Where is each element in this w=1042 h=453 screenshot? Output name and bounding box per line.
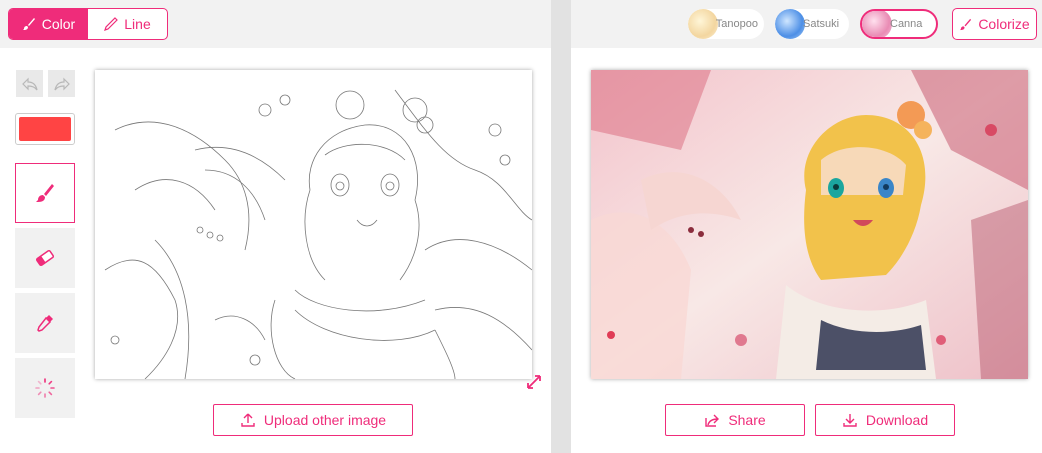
upload-image-button[interactable]: Upload other image <box>213 404 413 436</box>
current-color-fill <box>19 117 71 141</box>
share-button[interactable]: Share <box>665 404 805 436</box>
upload-icon <box>241 413 255 427</box>
redo-icon <box>53 77 70 90</box>
upload-label: Upload other image <box>263 412 387 428</box>
color-mode-button[interactable]: Color <box>9 9 88 39</box>
style-chip-satsuki[interactable]: Satsuki <box>775 9 849 39</box>
brush-icon <box>960 18 972 30</box>
left-topbar: Color Line <box>0 0 551 48</box>
color-picker-swatch[interactable] <box>15 113 75 145</box>
line-mode-button[interactable]: Line <box>88 9 167 39</box>
eraser-icon <box>35 249 55 267</box>
app: Color Line Tanopoo Satsuki Canna Coloriz… <box>0 0 1042 453</box>
redo-button[interactable] <box>48 70 75 97</box>
brush-icon <box>36 184 54 202</box>
pencil-icon <box>104 17 119 31</box>
eyedropper-icon <box>37 315 53 332</box>
colorize-button[interactable]: Colorize <box>952 8 1037 40</box>
mode-toggle: Color Line <box>8 8 168 40</box>
line-art-illustration <box>104 89 532 379</box>
download-icon <box>843 414 857 427</box>
line-mode-label: Line <box>124 16 151 32</box>
style-chip-label: Canna <box>890 18 923 30</box>
eraser-tool-button[interactable] <box>15 228 75 288</box>
colorized-illustration <box>591 70 1028 379</box>
color-mode-label: Color <box>41 16 76 32</box>
style-chip-canna[interactable]: Canna <box>860 9 938 39</box>
loading-spinner-icon <box>35 378 55 398</box>
download-label: Download <box>865 412 929 428</box>
colorized-result-canvas <box>591 70 1028 379</box>
undo-icon <box>21 77 38 90</box>
canvas-resize-handle[interactable] <box>525 373 543 391</box>
resize-arrows-icon <box>527 375 541 389</box>
style-chip-tanopoo[interactable]: Tanopoo <box>688 9 764 39</box>
eyedropper-tool-button[interactable] <box>15 293 75 353</box>
download-button[interactable]: Download <box>815 404 955 436</box>
loading-tool-button[interactable] <box>15 358 75 418</box>
style-chip-label: Tanopoo <box>715 18 758 30</box>
colorize-label: Colorize <box>978 16 1030 32</box>
panel-divider <box>551 0 571 453</box>
style-chip-label: Satsuki <box>803 18 840 30</box>
line-art-canvas[interactable] <box>95 70 532 379</box>
brush-tool-button[interactable] <box>15 163 75 223</box>
share-icon <box>705 414 720 427</box>
undo-button[interactable] <box>16 70 43 97</box>
share-label: Share <box>728 412 766 428</box>
brush-icon <box>22 18 35 30</box>
